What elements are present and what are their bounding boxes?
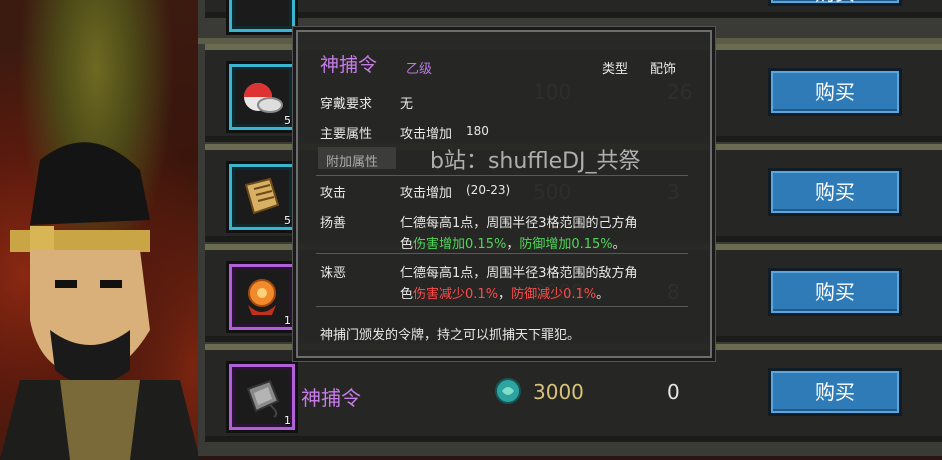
tooltip-divider (316, 175, 688, 176)
tooltip-main-attr-value: 180 (466, 124, 489, 138)
tooltip-attack-range: (20-23) (466, 183, 511, 197)
tooltip-item-name: 神捕令 (320, 54, 378, 76)
tooltip-divider (316, 306, 688, 307)
buy-button[interactable]: 购买 (768, 168, 902, 216)
item-slot[interactable] (229, 0, 295, 32)
scroll-icon (244, 177, 280, 215)
item-quantity: 5 (284, 114, 291, 127)
tooltip-requirement-value: 无 (400, 97, 414, 112)
item-quantity: 1 (284, 314, 291, 327)
text-segment: 色 (400, 237, 414, 252)
tooltip-skill2-name: 诛恶 (320, 266, 347, 281)
text-segment: 。 (596, 287, 610, 302)
tooltip-divider (316, 253, 688, 254)
tooltip-skill1-line1: 仁德每高1点，周围半径3格范围的己方角 (400, 216, 638, 231)
text-segment: ， (506, 237, 520, 252)
coin-icon (495, 378, 521, 404)
watermark: b站：shuffleDJ_共祭 (430, 149, 641, 174)
shop-row-partial: 购买 (205, 0, 942, 18)
tooltip-skill1-line2: 色伤害增加0.15%，防御增加0.15%。 (400, 233, 626, 252)
buy-button[interactable]: 购买 (768, 68, 902, 116)
tooltip-main-attr-text: 攻击增加 (400, 127, 453, 142)
tooltip-attack-text: 攻击增加 (400, 186, 453, 201)
debuff-text: 防御减少0.1% (511, 287, 597, 302)
debuff-text: 伤害减少0.1% (413, 287, 499, 302)
orb-icon (248, 279, 276, 315)
buff-text: 防御增加0.15% (519, 237, 613, 252)
text-segment: 。 (612, 237, 626, 252)
pill-icon (244, 83, 283, 113)
tooltip-type-value: 配饰 (650, 62, 677, 77)
item-slot[interactable]: 5 (229, 164, 295, 230)
token-icon (246, 379, 280, 418)
text-segment: ， (498, 287, 512, 302)
tooltip-attack-label: 攻击 (320, 186, 347, 201)
item-price: 3000 (533, 380, 584, 404)
item-slot[interactable]: 1 (229, 364, 295, 430)
item-tooltip: 神捕令 乙级 类型 配饰 穿戴要求 无 主要属性 攻击增加 180 附加属性 攻… (293, 27, 715, 361)
character-portrait (0, 142, 200, 460)
buff-text: 伤害增加0.15% (413, 237, 507, 252)
tooltip-description: 神捕门颁发的令牌，持之可以抓捕天下罪犯。 (320, 328, 581, 343)
text-segment: 色 (400, 287, 414, 302)
tooltip-main-attr-label: 主要属性 (320, 127, 373, 142)
tooltip-requirement-label: 穿戴要求 (320, 97, 373, 112)
tooltip-skill2-line1: 仁德每高1点，周围半径3格范围的敌方角 (400, 266, 638, 281)
buy-button[interactable]: 购买 (768, 368, 902, 416)
tooltip-skill2-line2: 色伤害减少0.1%，防御减少0.1%。 (400, 283, 609, 302)
tooltip-extra-attr-label: 附加属性 (326, 155, 379, 170)
tooltip-type-label: 类型 (602, 62, 629, 77)
item-name: 神捕令 (301, 386, 361, 410)
item-slot[interactable]: 5 (229, 64, 295, 130)
item-slot[interactable]: 1 (229, 264, 295, 330)
buy-button[interactable]: 购买 (768, 268, 902, 316)
item-stock: 0 (667, 380, 680, 404)
tooltip-skill1-name: 扬善 (320, 216, 347, 231)
tooltip-grade: 乙级 (406, 62, 433, 77)
buy-button[interactable]: 购买 (768, 0, 902, 6)
item-quantity: 1 (284, 414, 291, 427)
item-quantity: 5 (284, 214, 291, 227)
